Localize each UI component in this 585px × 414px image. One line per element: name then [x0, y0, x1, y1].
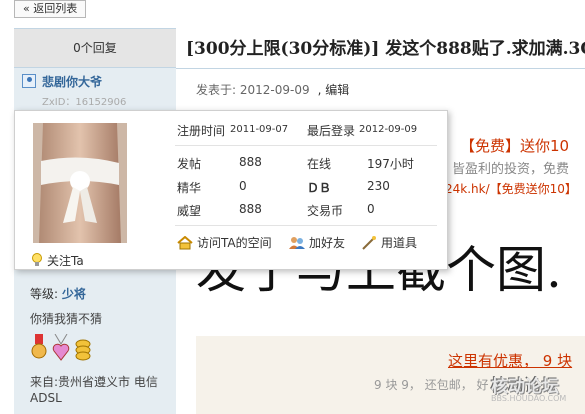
follow-label: 关注Ta — [47, 254, 84, 268]
promo-title[interactable]: 【免费】送你10 — [460, 135, 569, 156]
coin-medal-icon[interactable] — [74, 334, 92, 362]
reply-count: 0个回复 — [14, 28, 176, 68]
visit-space-label: 访问TA的空间 — [197, 236, 272, 250]
stat-label: ＤＢ — [307, 181, 332, 195]
thread-title: [300分上限(30分标准)] 发这个888贴了.求加满.3Q3Q — [186, 39, 585, 59]
author-level: 等级: 少将 — [30, 285, 86, 302]
ad-text: 9 块 9， 还包邮， 好 — [374, 378, 489, 392]
login-value: 2012-09-09 — [359, 124, 418, 135]
post-date: 发表于: 2012-09-09 — [196, 83, 310, 97]
visit-space-link[interactable]: 访问TA的空间 — [177, 234, 272, 251]
stat-label: 精华 — [177, 181, 202, 195]
level-label: 等级: — [30, 287, 59, 301]
forum-watermark-logo: 核动论坛 BBS.HOUDAO.COM — [485, 372, 583, 412]
author-name-link[interactable]: 悲剧你大爷 — [42, 73, 102, 90]
author-bio: 你猜我猜不猜 — [30, 312, 103, 326]
reg-value: 2011-09-07 — [230, 124, 289, 135]
promo-link[interactable]: 24k.hk/【免费送你10】 — [445, 180, 577, 197]
popup-divider — [175, 225, 437, 226]
stat-value: 888 — [239, 202, 262, 216]
avatar[interactable] — [33, 123, 127, 243]
stat-value: 197小时 — [367, 157, 414, 171]
user-icon — [22, 74, 36, 88]
wand-icon — [362, 236, 376, 250]
promo-text: 皆盈利的投资，免费 — [452, 162, 570, 177]
stat-label: 发帖 — [177, 157, 202, 171]
reg-label: 注册时间 — [177, 124, 226, 138]
stat-label: 交易币 — [307, 204, 344, 218]
avatar-image — [33, 123, 127, 243]
stat-value: 888 — [239, 155, 262, 169]
use-item-button[interactable]: 用道具 — [361, 234, 417, 251]
stat-value: 230 — [367, 179, 390, 193]
use-item-label: 用道具 — [381, 236, 418, 250]
stat-value: 0 — [367, 202, 375, 216]
author-zxid: ZxID：16152906 — [42, 97, 127, 108]
stat-label: 在线 — [307, 157, 332, 171]
title-divider — [176, 68, 585, 69]
home-icon — [177, 235, 193, 250]
post-meta: 发表于: 2012-09-09 , 编辑 — [196, 81, 349, 98]
edit-link[interactable]: , 编辑 — [318, 83, 350, 97]
stat-value: 0 — [239, 179, 247, 193]
medal-icon[interactable] — [30, 334, 48, 362]
stat-label: 威望 — [177, 204, 202, 218]
add-friend-button[interactable]: 加好友 — [289, 234, 345, 251]
friends-icon — [289, 237, 305, 249]
follow-button[interactable]: 关注Ta — [31, 252, 84, 269]
heart-medal-icon[interactable] — [52, 334, 70, 362]
add-friend-label: 加好友 — [309, 236, 346, 250]
level-value[interactable]: 少将 — [62, 287, 86, 301]
popup-divider — [175, 145, 437, 146]
ad-link[interactable]: 这里有优惠， 9 块 — [448, 350, 572, 371]
watermark-sub: BBS.HOUDAO.COM — [491, 394, 567, 403]
author-location: 来自:贵州省遵义市 电信ADSL — [30, 375, 158, 405]
medal-row — [30, 334, 100, 366]
lightbulb-icon — [32, 253, 42, 266]
login-label: 最后登录 — [307, 124, 356, 138]
back-to-list-button[interactable]: « 返回列表 — [14, 0, 87, 18]
user-info-popup: 关注Ta 注册时间 2011-09-07 最后登录 2012-09-09 发帖 … — [14, 110, 448, 270]
